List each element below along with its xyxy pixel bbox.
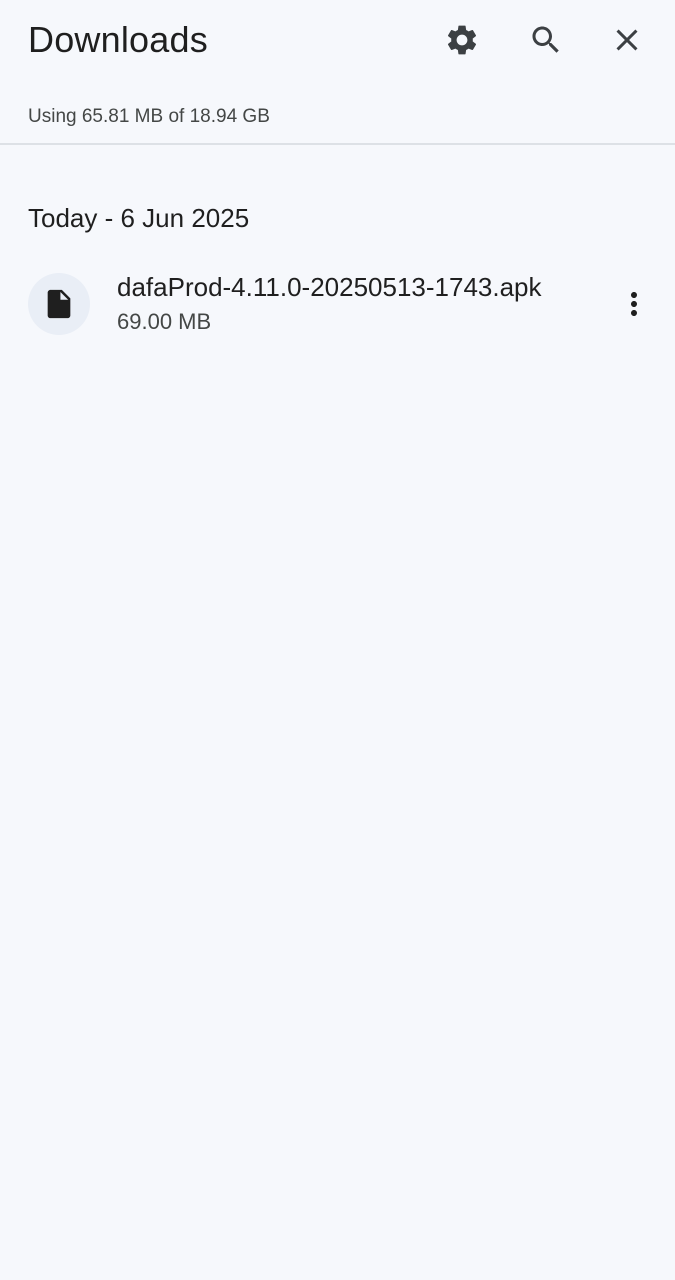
storage-usage-text: Using 65.81 MB of 18.94 GB	[28, 106, 270, 127]
header-divider	[0, 143, 675, 145]
search-icon	[532, 26, 559, 53]
more-vertical-icon	[631, 292, 637, 316]
app-bar: Downloads	[0, 0, 675, 80]
page-title: Downloads	[28, 19, 208, 60]
download-list-item[interactable]: dafaProd-4.11.0-20250513-1743.apk 69.00 …	[0, 262, 675, 346]
file-icon	[47, 289, 71, 319]
file-name: dafaProd-4.11.0-20250513-1743.apk	[117, 272, 542, 302]
close-icon	[616, 29, 638, 51]
file-size: 69.00 MB	[117, 309, 212, 334]
date-section-header: Today - 6 Jun 2025	[28, 203, 250, 233]
more-options-button[interactable]	[610, 280, 658, 328]
close-button[interactable]	[599, 12, 655, 68]
gear-icon	[447, 25, 477, 55]
settings-button[interactable]	[434, 12, 490, 68]
file-thumbnail	[28, 273, 90, 335]
search-button[interactable]	[518, 12, 574, 68]
